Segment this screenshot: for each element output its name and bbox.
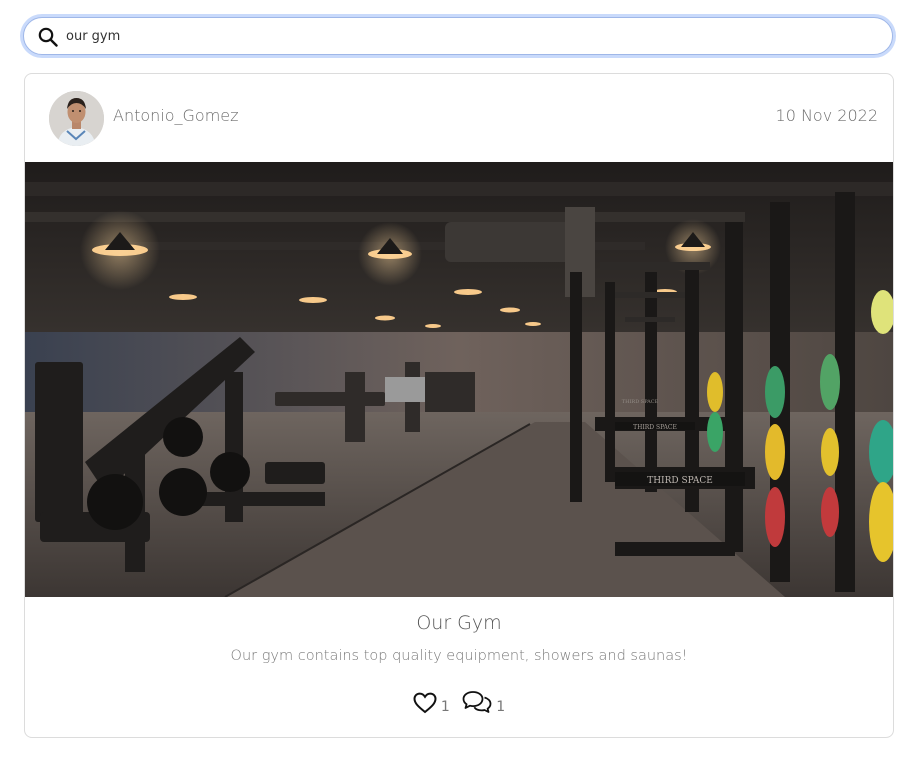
signage-text-2: THIRD SPACE (633, 424, 677, 431)
post-title: Our Gym (416, 612, 502, 634)
post-date: 10 Nov 2022 (775, 106, 878, 125)
post-card: Antonio_Gomez 10 Nov 2022 THIRD SPACE TH… (24, 73, 894, 738)
search-icon (38, 27, 58, 47)
search-input[interactable] (66, 24, 866, 48)
gym-photo: THIRD SPACE THIRD SPACE THIRD SPACE (25, 162, 893, 597)
search-bar[interactable] (23, 17, 893, 55)
comments-count: 1 (496, 699, 506, 715)
comments-icon (462, 691, 492, 713)
post-actions: 1 1 (25, 690, 893, 718)
signage-text: THIRD SPACE (647, 476, 713, 486)
post-author[interactable]: Antonio_Gomez (113, 106, 239, 125)
post-image[interactable]: THIRD SPACE THIRD SPACE THIRD SPACE (25, 162, 893, 597)
signage-text-3: THIRD SPACE (622, 399, 659, 405)
likes-count: 1 (440, 699, 450, 715)
heart-icon (413, 692, 437, 714)
avatar[interactable] (49, 91, 104, 146)
comments-button[interactable]: 1 (462, 690, 505, 714)
avatar-photo (49, 91, 104, 146)
post-content: Our gym contains top quality equipment, … (230, 648, 688, 664)
like-button[interactable]: 1 (413, 692, 450, 714)
